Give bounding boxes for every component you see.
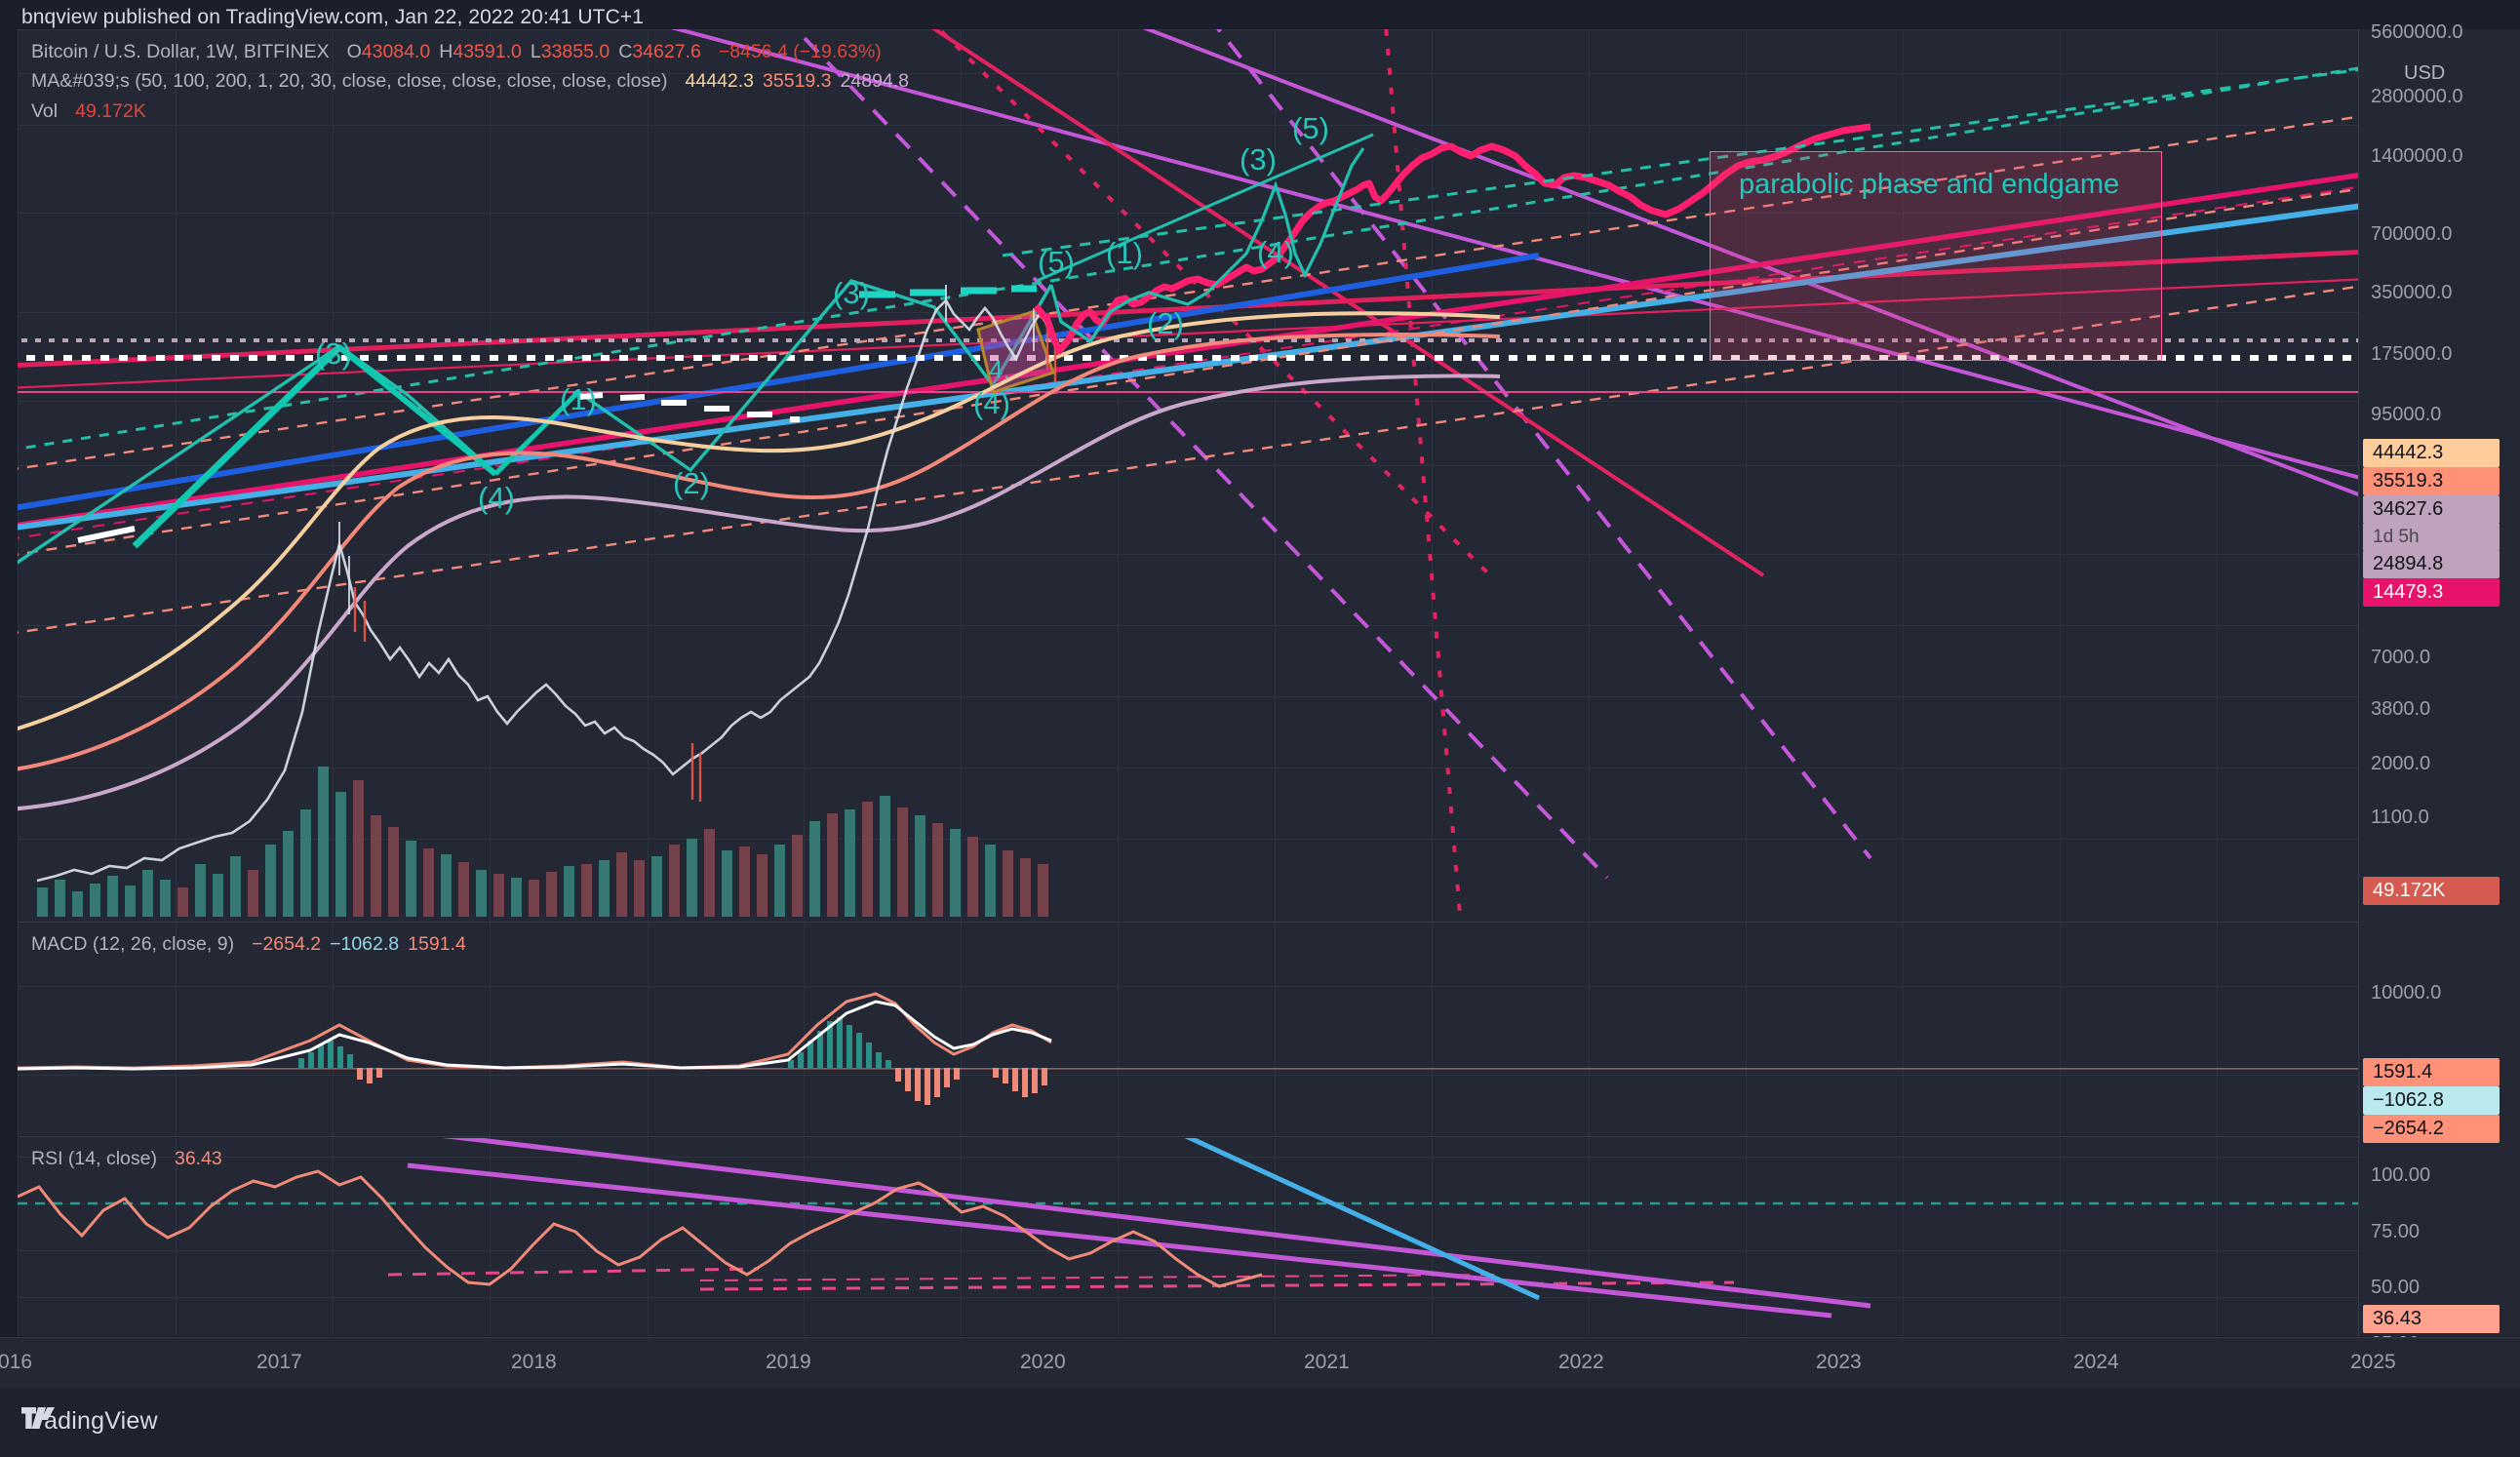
time-label-2019: 2019 [766, 1351, 811, 1373]
wave-label-4b: (4) [973, 386, 1010, 420]
footer-bar: TradingView [0, 1388, 2520, 1457]
time-label-2023: 2023 [1816, 1351, 1862, 1373]
time-label-2020: 2020 [1020, 1351, 1066, 1373]
time-label-2024: 2024 [2073, 1351, 2119, 1373]
price-tick-7000: 7000.0 [2371, 647, 2431, 668]
publisher-bar: bnqview published on TradingView.com, Ja… [0, 0, 2520, 29]
price-tag-ma100[interactable]: 35519.3 [2363, 467, 2500, 495]
price-tag-countdown: 1d 5h [2363, 523, 2500, 551]
price-tag-volume[interactable]: 49.172K [2363, 877, 2500, 905]
time-label-2017: 2017 [256, 1351, 302, 1373]
wave-label-1b: (1) [1106, 236, 1143, 270]
price-scale[interactable]: 5600000.0 USD 2800000.0 1400000.0 700000… [2358, 21, 2520, 1355]
price-tick-3800: 3800.0 [2371, 698, 2431, 720]
price-tick-1100: 1100.0 [2371, 807, 2429, 828]
publisher-text: bnqview published on TradingView.com, Ja… [21, 6, 644, 28]
chart-plot-area[interactable]: parabolic phase and endgame (3) (1) (4) … [18, 29, 2358, 1336]
price-tick-2000: 2000.0 [2371, 753, 2431, 774]
price-tag-ma200[interactable]: 24894.8 [2363, 550, 2500, 578]
wave-label-3b: (3) [833, 276, 870, 310]
macd-pane[interactable]: MACD (12, 26, close, 9) −2654.2 −1062.8 159… [18, 924, 2358, 1136]
price-tick-5600000: 5600000.0 [2371, 21, 2463, 43]
rsi-pane[interactable]: RSI (14, close) 36.43 [18, 1138, 2358, 1336]
wave-label-3c: (3) [1240, 142, 1277, 177]
price-tick-175000: 175000.0 [2371, 343, 2453, 365]
time-label-2021: 2021 [1304, 1351, 1350, 1373]
time-label-2025: 2025 [2350, 1351, 2396, 1373]
tradingview-mark-icon [21, 1407, 55, 1429]
rsi-drawings [18, 1138, 2358, 1319]
wave-label-4a: (4) [478, 481, 515, 515]
wave-label-5a: (5) [1038, 245, 1075, 279]
macd-tick-10000: 10000.0 [2371, 982, 2442, 1004]
wave-label-3a: (3) [315, 336, 352, 371]
tradingview-chart-screenshot: bnqview published on TradingView.com, Ja… [0, 0, 2520, 1457]
wave-label-4dot: 4. [989, 355, 1010, 384]
macd-tag-signal[interactable]: −1062.8 [2363, 1086, 2500, 1115]
macd-drawings [18, 992, 2358, 1105]
price-tag-trendline[interactable]: 14479.3 [2363, 578, 2500, 607]
macd-tag-macd[interactable]: −2654.2 [2363, 1115, 2500, 1143]
rsi-tick-100: 100.00 [2371, 1164, 2431, 1186]
time-label-2022: 2022 [1558, 1351, 1604, 1373]
time-axis[interactable]: 016 2017 2018 2019 2020 2021 2022 2023 2… [0, 1337, 2520, 1389]
price-tick-700000: 700000.0 [2371, 223, 2453, 245]
wave-label-4c: (4) [1257, 235, 1294, 269]
rsi-tick-50: 50.00 [2371, 1277, 2421, 1298]
parabolic-phase-label: parabolic phase and endgame [1739, 169, 2120, 200]
wave-label-5b: (5) [1292, 111, 1329, 145]
price-tag-last-price[interactable]: 34627.6 [2363, 495, 2500, 524]
price-tick-350000: 350000.0 [2371, 282, 2453, 303]
price-tick-95000: 95000.0 [2371, 404, 2442, 425]
price-pane[interactable]: parabolic phase and endgame (3) (1) (4) … [18, 29, 2358, 922]
price-tag-ma50[interactable]: 44442.3 [2363, 439, 2500, 467]
rsi-tick-75: 75.00 [2371, 1221, 2421, 1242]
currency-label: USD [2404, 62, 2446, 84]
price-tick-2800000: 2800000.0 [2371, 86, 2463, 107]
wave-label-1a: (1) [560, 382, 597, 416]
wave-label-2a: (2) [673, 466, 710, 500]
tradingview-logo[interactable]: TradingView [21, 1407, 158, 1436]
macd-tag-hist[interactable]: 1591.4 [2363, 1058, 2500, 1086]
price-tick-1400000: 1400000.0 [2371, 145, 2463, 167]
time-label-2018: 2018 [511, 1351, 557, 1373]
wave-label-2b: (2) [1147, 306, 1184, 340]
time-label-2016: 016 [0, 1351, 33, 1373]
rsi-tag-value[interactable]: 36.43 [2363, 1305, 2500, 1333]
